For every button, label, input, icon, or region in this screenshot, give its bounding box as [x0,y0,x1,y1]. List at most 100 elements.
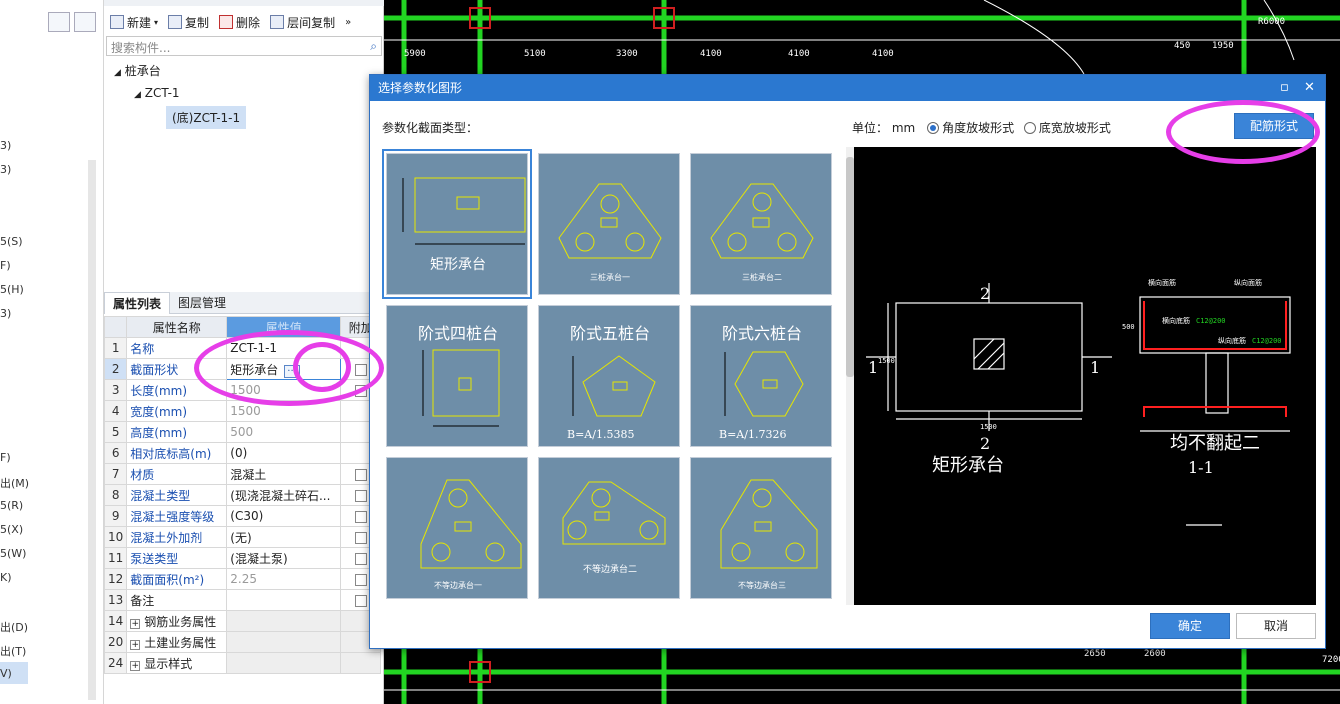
new-button[interactable]: 新建 ▾ [110,14,158,31]
annotation-ring-section-shape [194,330,384,406]
expand-icon[interactable]: + [130,618,141,629]
checkbox[interactable] [354,510,367,523]
table-row[interactable]: 6 相对底标高(m) (0) [103,442,382,464]
component-list-panel: 新建 ▾ 复制 删除 层间复制 » 搜索构件... ⌕ ◢ 桩承台 ◢ ZCT-1… [104,0,384,276]
component-search-input[interactable]: 搜索构件... ⌕ [106,36,382,56]
delete-button[interactable]: 删除 [219,14,260,31]
left-item[interactable]: F) [0,451,11,464]
tile-caption: 不等边承台二 [582,565,637,575]
new-icon [110,15,124,29]
copy-icon [168,15,183,29]
left-item[interactable]: 5(R) [0,499,23,512]
tile-formula: B=A/1.5385 [567,428,635,441]
rebar-label: 纵向底筋 [1218,336,1246,345]
tree-node-child[interactable]: ◢ ZCT-1 [134,86,180,100]
shape-tile-unequal-1[interactable]: 不等边承台一 [386,457,528,599]
unit-row: 单位： mm 角度放坡形式 底宽放坡形式 [852,119,1111,136]
delete-label: 删除 [236,15,261,30]
left-item[interactable]: 5(S) [0,235,23,248]
tree-child-label: ZCT-1 [144,86,180,100]
left-item[interactable]: 5(H) [0,283,24,296]
preview-dim-height: 1500 [878,357,895,365]
section-mark-right: 1 [1090,358,1100,377]
preview-dim-depth: 500 [1122,323,1135,331]
table-row[interactable]: 13 备注 [103,589,382,611]
shape-tile-three-pile-2[interactable]: 三桩承台二 [690,153,832,295]
cad-dim: 2600 [1144,649,1166,659]
shape-tile-three-pile-1[interactable]: 三桩承台一 [538,153,680,295]
list-view-icon[interactable] [48,12,70,32]
expand-icon[interactable]: + [130,660,141,671]
cancel-button[interactable]: 取消 [1236,613,1316,639]
tree-view-icon[interactable] [74,12,96,32]
rebar-value: C12@200 [1196,317,1226,325]
checkbox[interactable] [354,552,367,565]
left-item[interactable]: 出(D) [0,619,28,635]
scrollbar-thumb[interactable] [846,157,854,377]
tile-caption: 三桩承台一 [590,273,630,282]
left-item[interactable]: 出(T) [0,643,26,659]
table-row[interactable]: 14 + 钢筋业务属性 [103,610,382,632]
table-row[interactable]: 7 材质 混凝土 [103,463,382,485]
tree-node-root[interactable]: ◢ 桩承台 [114,62,161,79]
left-item[interactable]: 5(W) [0,547,26,560]
left-item[interactable]: F) [0,259,11,272]
checkbox[interactable] [354,489,367,502]
preview-dim-width: 1500 [980,423,997,431]
tree-node-selected[interactable]: (底)ZCT-1-1 [166,106,247,129]
table-row[interactable]: 12 截面面积(m²) 2.25 [103,568,382,590]
delete-icon [219,15,234,29]
cad-dim: 4100 [872,49,894,59]
floor-copy-button[interactable]: 层间复制 [270,14,335,31]
dialog-title: 选择参数化图形 [378,81,463,95]
radio-icon [927,122,940,134]
table-row[interactable]: 20 + 土建业务属性 [103,631,382,653]
dialog-title-bar: 选择参数化图形 ▫ ✕ [370,75,1325,101]
toolbar-overflow-icon[interactable]: » [345,17,351,28]
maximize-icon[interactable]: ▫ [1280,75,1289,101]
table-row[interactable]: 24 + 显示样式 [103,652,382,674]
table-row[interactable]: 9 混凝土强度等级 (C30) [103,505,382,527]
panel-tab-strip [104,0,384,6]
unequal-1-icon [420,479,522,569]
left-item[interactable]: K) [0,571,12,584]
left-item[interactable]: 5(X) [0,523,23,536]
table-row[interactable]: 4 宽度(mm) 1500 [103,400,382,422]
shape-tile-unequal-2[interactable]: 不等边承台二 [538,457,680,599]
ok-button[interactable]: 确定 [1150,613,1230,639]
table-row[interactable]: 8 混凝土类型 (现浇混凝土碎石... [103,484,382,506]
shape-grid-scrollbar[interactable] [846,147,854,605]
unequal-2-icon [562,481,666,545]
tab-property-list[interactable]: 属性列表 [104,292,171,314]
checkbox[interactable] [354,468,367,481]
shape-grid: 矩形承台 三桩承台一 三桩承台二 阶式四桩台 阶式五桩台 B=A/1.5385 … [382,147,844,605]
rebar-label: 纵向面筋 [1234,278,1262,287]
shape-tile-unequal-3[interactable]: 不等边承台三 [690,457,832,599]
checkbox[interactable] [354,594,367,607]
search-icon[interactable]: ⌕ [370,39,377,54]
tile-caption: 阶式四桩台 [417,324,498,343]
left-item[interactable]: 3) [0,307,11,320]
shape-tile-step-six-pile[interactable]: 阶式六桩台 B=A/1.7326 [690,305,832,447]
left-item[interactable]: V) [0,667,12,680]
table-row[interactable]: 10 混凝土外加剂 (无) [103,526,382,548]
close-icon[interactable]: ✕ [1304,75,1315,101]
checkbox[interactable] [354,573,367,586]
preview-drawing: 2 2 1 1 矩形承台 均不翻起二 1-1 1500 1500 500 横向面… [866,278,1291,526]
left-item[interactable]: 3) [0,163,11,176]
shape-tile-step-four-pile[interactable]: 阶式四桩台 [386,305,528,447]
copy-button[interactable]: 复制 [168,14,209,31]
left-item[interactable]: 出(M) [0,475,29,491]
shape-tile-step-five-pile[interactable]: 阶式五桩台 B=A/1.5385 [538,305,680,447]
table-row[interactable]: 5 高度(mm) 500 [103,421,382,443]
radio-angle-slope[interactable]: 角度放坡形式 [927,121,1014,135]
shape-tile-rect-cap[interactable]: 矩形承台 [382,149,532,299]
checkbox[interactable] [354,531,367,544]
expand-icon[interactable]: + [130,639,141,650]
radio-width-slope[interactable]: 底宽放坡形式 [1023,121,1111,135]
left-scrollbar[interactable] [88,160,96,700]
left-item[interactable]: 3) [0,139,11,152]
rect-cap-icon [402,177,526,245]
table-row[interactable]: 11 泵送类型 (混凝土泵) [103,547,382,569]
tab-layer-management[interactable]: 图层管理 [170,292,234,314]
